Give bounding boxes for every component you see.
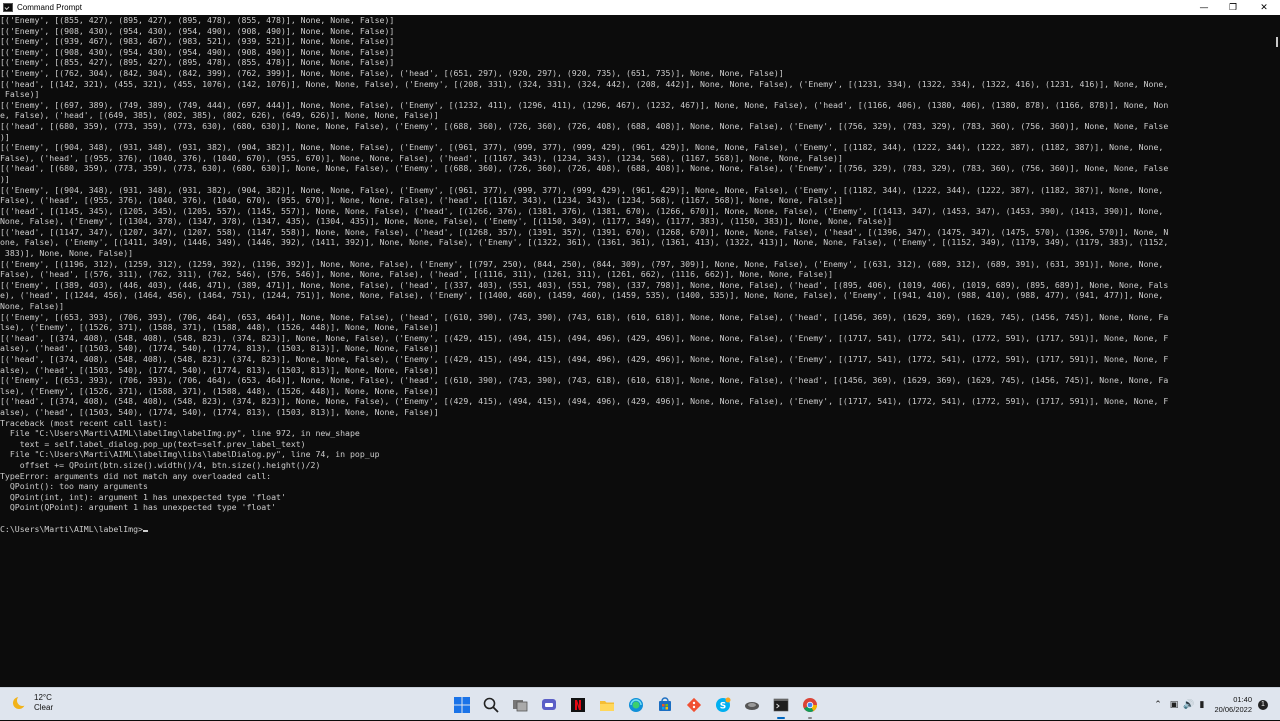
console-line: [('head', [(1145, 345), (1205, 345), (12… — [0, 205, 1164, 216]
clock-time: 01:40 — [1233, 694, 1252, 704]
console-line: )] — [0, 131, 10, 142]
notification-badge[interactable]: 1 — [1258, 699, 1268, 710]
console-line: [('Enemy', [(653, 393), (706, 393), (706… — [0, 375, 1169, 386]
console-line: File "C:\Users\Marti\AIML\labelImg\label… — [0, 428, 360, 439]
scrollbar-thumb[interactable] — [1276, 37, 1278, 47]
netflix-icon[interactable] — [568, 695, 588, 715]
search-icon[interactable] — [481, 695, 501, 715]
microsoft-store-icon[interactable] — [655, 695, 675, 715]
chrome-icon[interactable] — [800, 695, 820, 719]
console-line: File "C:\Users\Marti\AIML\labelImg\libs\… — [0, 449, 380, 460]
console-line: lse), ('Enemy', [(1526, 371), (1588, 371… — [0, 385, 439, 396]
clock-date: 20/06/2022 — [1214, 704, 1252, 714]
console-line: )] — [0, 173, 10, 184]
task-view-icon[interactable] — [510, 695, 530, 715]
console-line: [('Enemy', [(908, 430), (954, 430), (954… — [0, 25, 395, 36]
minimize-button[interactable]: — — [1188, 0, 1220, 15]
edge-icon[interactable] — [626, 695, 646, 715]
console-line: [('head', [(374, 408), (548, 408), (548,… — [0, 332, 1169, 343]
console-line: [('Enemy', [(939, 467), (983, 467), (983… — [0, 36, 395, 47]
console-line: QPoint(): too many arguments — [0, 481, 148, 492]
console-line: alse), ('head', [(1503, 540), (1774, 540… — [0, 406, 439, 417]
chevron-up-icon[interactable]: ⌃ — [1154, 700, 1162, 710]
svg-text:S: S — [720, 702, 726, 712]
maximize-button[interactable]: ❐ — [1217, 0, 1249, 15]
console-line: lse), ('Enemy', [(1526, 371), (1588, 371… — [0, 322, 439, 333]
skype-icon[interactable]: S — [713, 695, 733, 715]
console-line: [('Enemy', [(1196, 312), (1259, 312), (1… — [0, 258, 1164, 269]
console-line: False), ('head', [(955, 376), (1040, 376… — [0, 195, 843, 206]
title-bar[interactable]: Command Prompt — ❐ ✕ — [0, 0, 1280, 15]
moon-icon — [12, 695, 28, 710]
console-line: False), ('head', [(955, 376), (1040, 376… — [0, 152, 843, 163]
weather-condition: Clear — [34, 703, 54, 712]
console-line: [('Enemy', [(389, 403), (446, 403), (446… — [0, 279, 1169, 290]
console-output[interactable]: [('Enemy', [(855, 427), (895, 427), (895… — [0, 15, 1272, 687]
console-text: [('Enemy', [(855, 427), (895, 427), (895… — [0, 15, 1272, 534]
console-line: [('Enemy', [(855, 427), (895, 427), (895… — [0, 57, 395, 68]
console-line: [('Enemy', [(904, 348), (931, 348), (931… — [0, 142, 1164, 153]
console-line: [('head', [(680, 359), (773, 359), (773,… — [0, 120, 1169, 131]
battery-icon[interactable]: ▮ — [1200, 700, 1205, 710]
scrollbar[interactable] — [1272, 15, 1280, 687]
file-explorer-icon[interactable] — [597, 695, 617, 715]
console-line: offset += QPoint(btn.size().width()/4, b… — [0, 459, 321, 470]
console-line: None, False), ('Enemy', [(1304, 378), (1… — [0, 216, 893, 227]
console-line: [('head', [(374, 408), (548, 408), (548,… — [0, 354, 1169, 364]
console-line: [('head', [(142, 321), (455, 321), (455,… — [0, 78, 1169, 89]
command-prompt-icon — [3, 3, 13, 12]
console-line: [('Enemy', [(904, 348), (931, 348), (931… — [0, 184, 1164, 195]
console-line: alse), ('head', [(1503, 540), (1774, 540… — [0, 364, 439, 375]
taskbar: 12°C Clear S ⌃ ▣ 🔊 ▮ 01:40 20/06/2022 1 — [0, 687, 1280, 720]
console-line: QPoint(int, int): argument 1 has unexpec… — [0, 491, 286, 502]
clock[interactable]: 01:40 20/06/2022 — [1214, 695, 1252, 715]
console-line: [('head', [(1147, 347), (1207, 347), (12… — [0, 226, 1169, 237]
console-line: [('head', [(374, 408), (548, 408), (548,… — [0, 396, 1169, 407]
console-line: [('head', [(680, 359), (773, 359), (773,… — [0, 163, 1169, 174]
console-line: [('Enemy', [(653, 393), (706, 393), (706… — [0, 311, 1169, 322]
console-line: C:\Users\Marti\AIML\labelImg> — [0, 523, 143, 534]
console-line: QPoint(QPoint): argument 1 has unexpecte… — [0, 502, 277, 513]
weather-temp: 12°C — [34, 693, 52, 702]
console-line: text = self.label_dialog.pop_up(text=sel… — [0, 438, 306, 449]
start-icon[interactable] — [452, 695, 472, 715]
console-line: one, False), ('Enemy', [(1411, 349), (14… — [0, 237, 1169, 248]
console-line: 383)], None, None, False)] — [0, 248, 134, 259]
console-line: None, False)] — [0, 301, 65, 312]
console-line: e, False), ('head', [(649, 385), (802, 3… — [0, 110, 439, 121]
weather-widget[interactable]: 12°C Clear — [12, 693, 53, 713]
console-line: TypeError: arguments did not match any o… — [0, 470, 272, 481]
console-line: False)] — [0, 89, 40, 100]
window-title: Command Prompt — [17, 3, 82, 12]
close-button[interactable]: ✕ — [1248, 0, 1280, 15]
git-icon[interactable] — [684, 695, 704, 715]
console-line: False), ('head', [(576, 311), (762, 311)… — [0, 269, 834, 280]
terminal-icon[interactable] — [771, 695, 791, 719]
console-line: Traceback (most recent call last): — [0, 417, 168, 428]
console-line: e), ('head', [(1244, 456), (1464, 456), … — [0, 290, 1164, 301]
console-line: alse), ('head', [(1503, 540), (1774, 540… — [0, 343, 439, 354]
console-line: [('Enemy', [(908, 430), (954, 430), (954… — [0, 46, 395, 57]
console-line: [('Enemy', [(697, 389), (749, 389), (749… — [0, 99, 1169, 110]
monitor-icon[interactable]: ▣ — [1170, 700, 1179, 710]
volume-icon[interactable]: 🔊 — [1183, 700, 1194, 710]
console-line: [('Enemy', [(855, 427), (895, 427), (895… — [0, 15, 395, 25]
chat-icon[interactable] — [539, 695, 559, 715]
logitech-icon[interactable] — [742, 695, 762, 715]
text-cursor — [142, 529, 148, 532]
console-line: [('Enemy', [(762, 304), (842, 304), (842… — [0, 67, 784, 78]
